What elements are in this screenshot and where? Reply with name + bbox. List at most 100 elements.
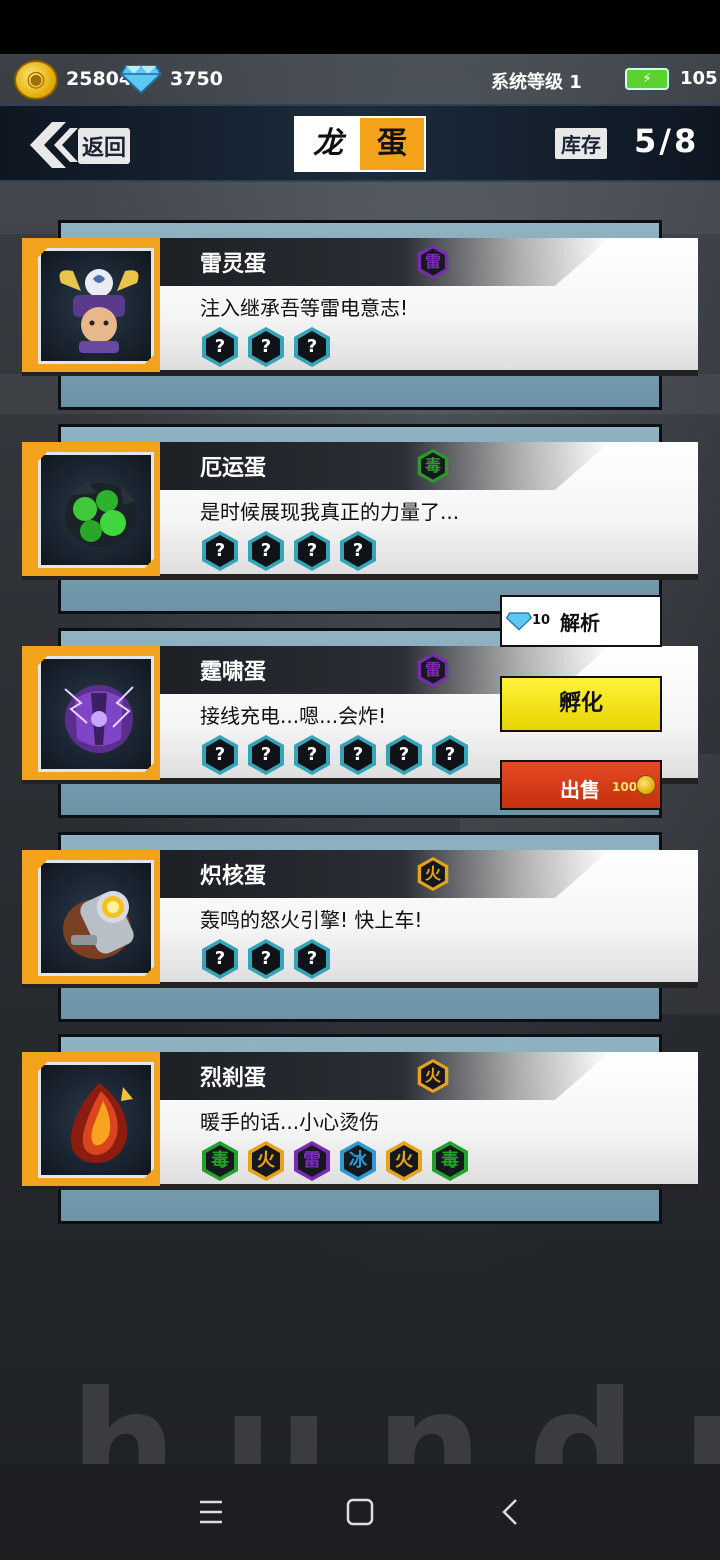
skill-slot-label: ? (260, 744, 272, 765)
skill-slots: ???? (200, 530, 378, 572)
skill-slot[interactable]: 火 (246, 1140, 286, 1182)
skill-slot[interactable]: ? (246, 530, 286, 572)
skill-slot[interactable]: ? (200, 326, 240, 368)
skill-slot[interactable]: ? (292, 326, 332, 368)
egg-image (38, 860, 154, 976)
title-right: 蛋 (360, 118, 424, 170)
analyze-cost: 10 (532, 613, 551, 628)
back-nav-icon[interactable] (490, 1492, 530, 1532)
element-type-label: 火 (424, 864, 441, 883)
skill-slot[interactable]: 毒 (200, 1140, 240, 1182)
egg-image (38, 656, 154, 772)
egg-description: 暖手的话...小心烫伤 (200, 1110, 380, 1134)
skill-slot[interactable]: ? (200, 734, 240, 776)
egg-description: 接线充电...嗯...会炸! (200, 704, 387, 728)
chevron-back-icon (30, 122, 78, 168)
element-type-badge: 雷 (416, 652, 450, 688)
status-bar (0, 0, 720, 54)
analyze-label: 解析 (560, 611, 600, 635)
skill-slot[interactable]: ? (338, 530, 378, 572)
coin-icon (636, 775, 656, 795)
egg-card[interactable]: 厄运蛋 毒是时候展现我真正的力量了...???? (0, 424, 720, 624)
skill-slot[interactable]: 火 (384, 1140, 424, 1182)
skill-slot-label: 冰 (349, 1150, 367, 1171)
egg-name: 炽核蛋 (200, 864, 267, 889)
diamond-icon (120, 65, 162, 94)
skill-slot-label: ? (306, 948, 318, 969)
battery-icon: ⚡ (625, 68, 669, 90)
egg-image (38, 1062, 154, 1178)
skill-slot[interactable]: 雷 (292, 1140, 332, 1182)
element-type-badge: 火 (416, 856, 450, 892)
home-icon[interactable] (340, 1492, 380, 1532)
skill-slot-label: 火 (395, 1150, 413, 1171)
skill-slot[interactable]: ? (246, 938, 286, 980)
skill-slot[interactable]: 冰 (338, 1140, 378, 1182)
skill-slot-label: ? (260, 540, 272, 561)
system-nav-bar (0, 1464, 720, 1560)
gem-count: 3750 (170, 68, 223, 90)
skill-slot-label: ? (398, 744, 410, 765)
element-type-label: 毒 (424, 456, 441, 475)
back-button[interactable]: 返回 (22, 120, 142, 170)
skill-slot[interactable]: ? (200, 530, 240, 572)
skill-slots: ?????? (200, 734, 470, 776)
element-type-label: 雷 (424, 660, 441, 679)
egg-portrait (22, 646, 160, 780)
egg-card[interactable]: 炽核蛋 火轰鸣的怒火引擎! 快上车!??? (0, 832, 720, 1032)
skill-slot[interactable]: ? (292, 938, 332, 980)
element-type-badge: 雷 (416, 244, 450, 280)
egg-portrait (22, 1052, 160, 1186)
skill-slot-label: 火 (257, 1150, 275, 1171)
skill-slot-label: ? (444, 744, 456, 765)
skill-slot-label: ? (306, 540, 318, 561)
skill-slot-label: ? (214, 744, 226, 765)
skill-slot[interactable]: ? (384, 734, 424, 776)
element-type-label: 雷 (424, 252, 441, 271)
egg-card[interactable]: 烈刹蛋火暖手的话...小心烫伤毒火雷冰火毒 (0, 1034, 720, 1234)
egg-description: 轰鸣的怒火引擎! 快上车! (200, 908, 423, 932)
energy-count: 105 (680, 68, 718, 89)
skill-slot[interactable]: 毒 (430, 1140, 470, 1182)
egg-name: 霆啸蛋 (200, 660, 267, 685)
skill-slot-label: 毒 (441, 1150, 459, 1171)
skill-slot-label: ? (306, 336, 318, 357)
skill-slot[interactable]: ? (200, 938, 240, 980)
stock-value: 5/8 (634, 122, 700, 160)
egg-image (38, 248, 154, 364)
coin-icon: ◉ (14, 60, 58, 100)
header: 返回 龙 蛋 库存 5/8 (0, 104, 720, 182)
egg-portrait (22, 238, 160, 372)
skill-slot-label: ? (260, 336, 272, 357)
system-level: 系统等级 1 (491, 72, 582, 93)
skill-slot[interactable]: ? (292, 530, 332, 572)
egg-portrait (22, 850, 160, 984)
egg-card[interactable]: 雷灵蛋 雷注入继承吾等雷电意志!??? (0, 220, 720, 420)
egg-name: 雷灵蛋 (200, 252, 267, 277)
analyze-button[interactable]: 10 解析 (500, 595, 662, 647)
currency-bar: ◉ 25804 3750 系统等级 1 ⚡ 105 (0, 54, 720, 104)
skill-slot-label: ? (352, 540, 364, 561)
diamond-icon (506, 612, 532, 631)
sell-label: 出售 (560, 778, 600, 802)
page-title: 龙 蛋 (294, 116, 426, 172)
skill-slot[interactable]: ? (246, 734, 286, 776)
skill-slot-label: 雷 (303, 1150, 321, 1171)
card-body: 烈刹蛋火暖手的话...小心烫伤毒火雷冰火毒 (22, 1052, 698, 1190)
element-type-badge: 毒 (416, 448, 450, 484)
skill-slots: ??? (200, 326, 332, 368)
skill-slot-label: ? (260, 948, 272, 969)
skill-slot[interactable]: ? (292, 734, 332, 776)
skill-slot[interactable]: ? (246, 326, 286, 368)
skill-slot-label: ? (214, 948, 226, 969)
sell-button[interactable]: 出售 100 (500, 760, 662, 810)
back-label: 返回 (78, 128, 131, 164)
menu-icon[interactable] (190, 1492, 230, 1532)
skill-slot[interactable]: ? (338, 734, 378, 776)
skill-slot-label: ? (214, 336, 226, 357)
skill-slot[interactable]: ? (430, 734, 470, 776)
hatch-button[interactable]: 孵化 (500, 676, 662, 732)
title-left: 龙 (296, 118, 360, 170)
sell-price: 100 (612, 780, 638, 794)
egg-description: 是时候展现我真正的力量了... (200, 500, 460, 524)
